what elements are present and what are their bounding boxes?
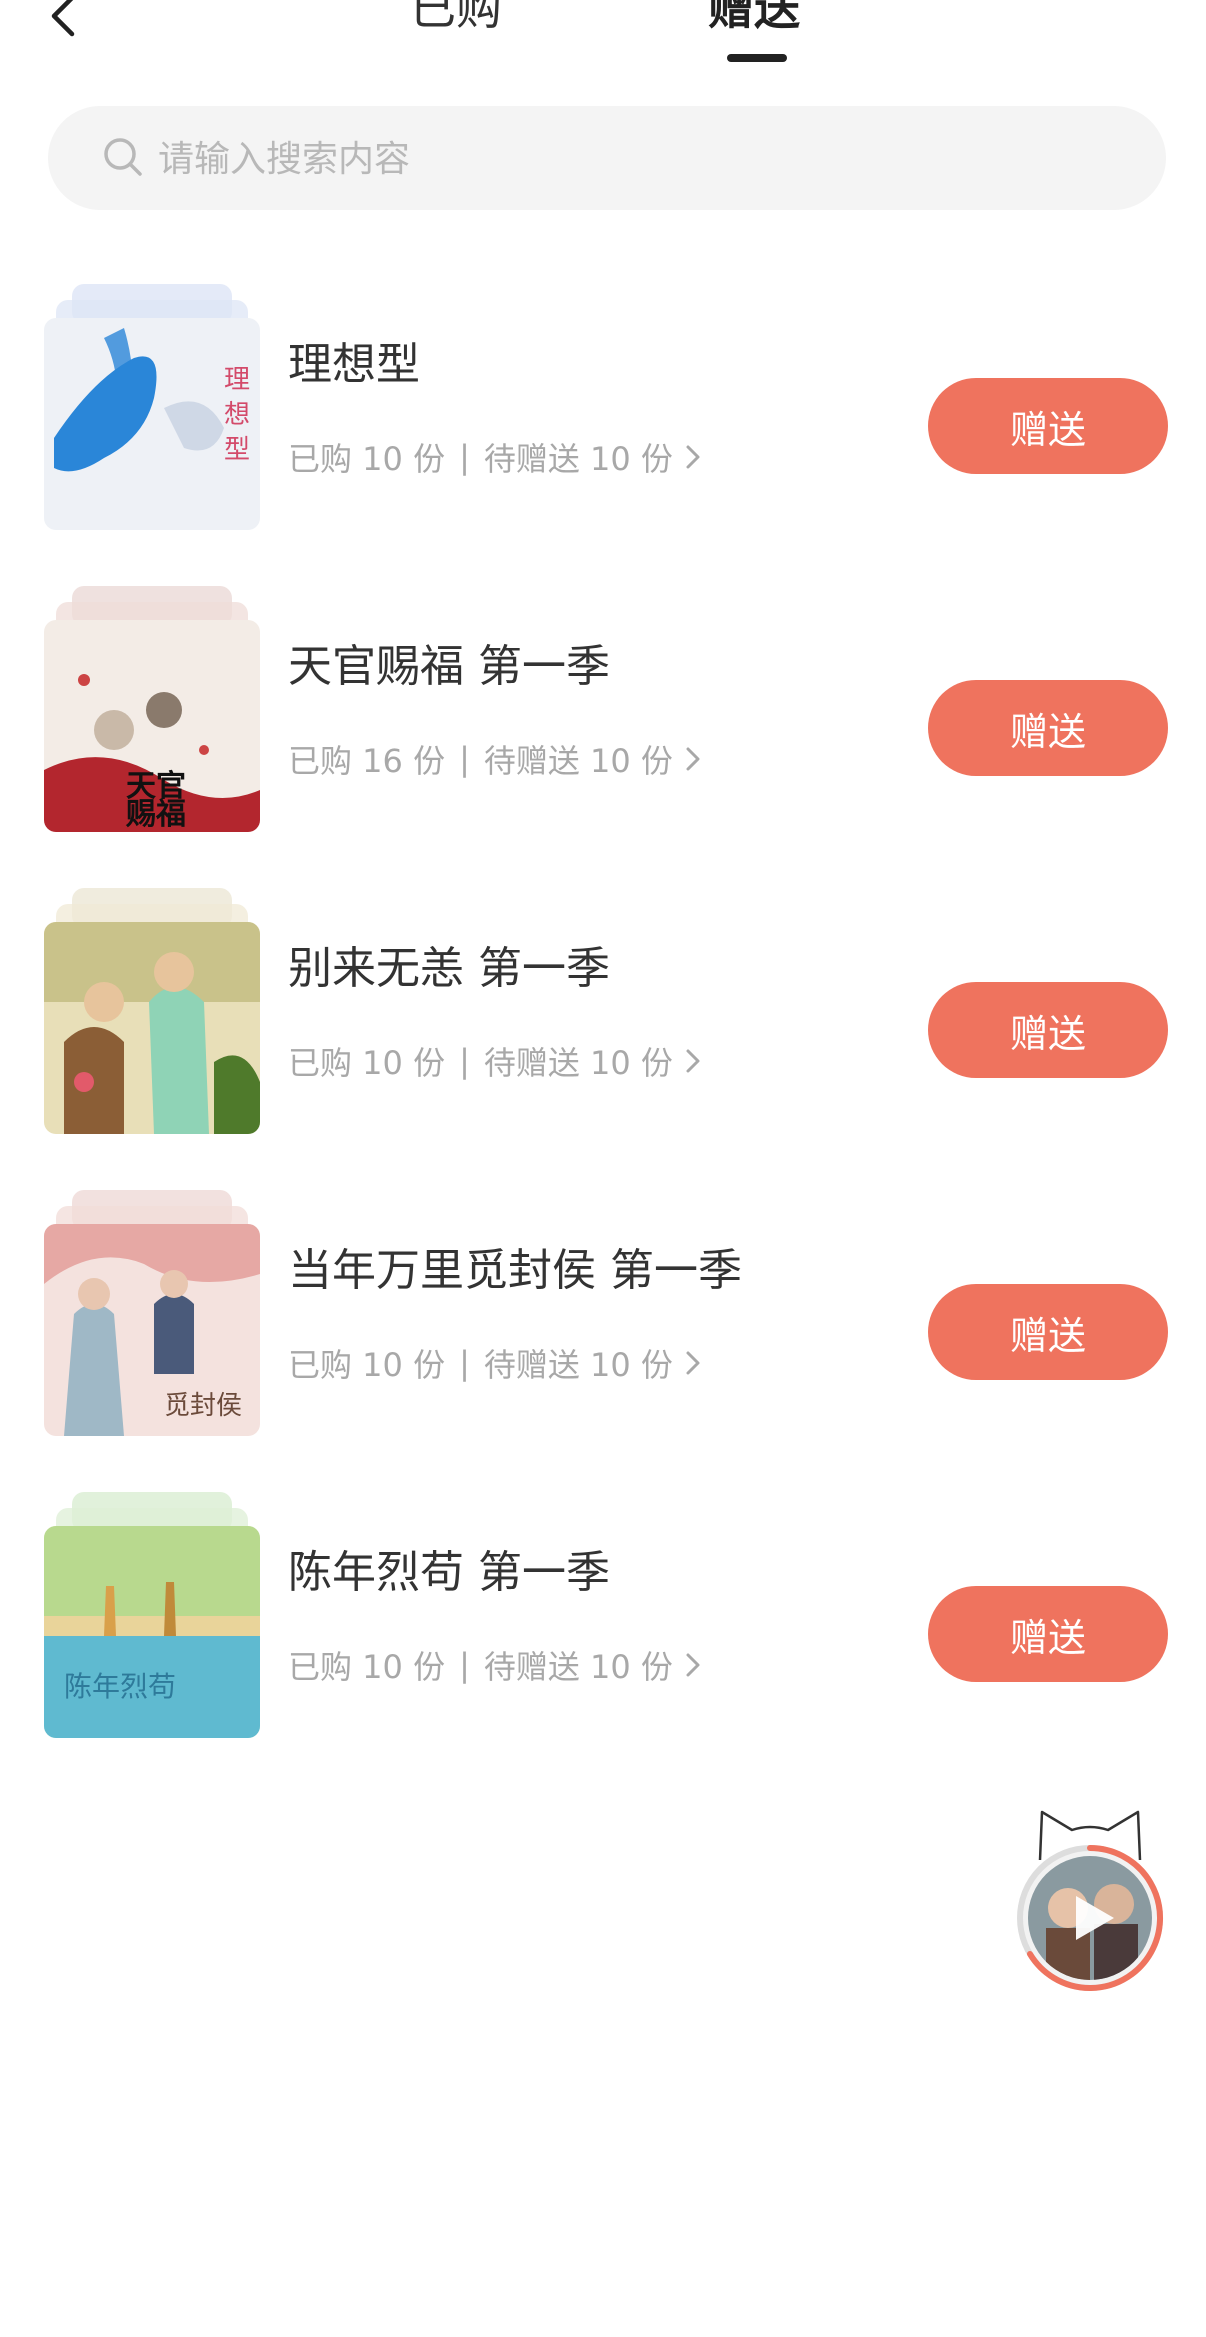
pending-count: 待赠送 10 份 [483,1044,673,1082]
pending-count: 待赠送 10 份 [483,742,673,780]
purchased-count: 已购 10 份 [288,440,446,478]
list-item[interactable]: 理 想 型 理想型 已购 10 份 | 待赠送 10 份 赠送 [0,284,1206,544]
item-stats[interactable]: 已购 16 份 | 待赠送 10 份 [288,736,703,782]
item-title: 陈年烈苟 第一季 [288,1547,610,1598]
header: 已购 赠送 [0,0,1206,90]
pending-count: 待赠送 10 份 [483,440,673,478]
separator: | [459,1646,470,1684]
gift-button[interactable]: 赠送 [928,1586,1168,1682]
cover-image: 天官 赐福 [44,620,260,832]
pending-count: 待赠送 10 份 [483,1346,673,1384]
item-stats[interactable]: 已购 10 份 | 待赠送 10 份 [288,434,703,480]
chevron-right-icon [686,445,700,469]
item-stats[interactable]: 已购 10 份 | 待赠送 10 份 [288,1340,703,1386]
item-title: 理想型 [288,339,420,390]
cover-stack: 觅封侯 [44,1190,260,1436]
separator: | [459,1344,470,1382]
cover-image: 觅封侯 [44,1224,260,1436]
purchased-count: 已购 16 份 [288,742,446,780]
back-button[interactable] [44,0,84,40]
cover-stack: 天官 赐福 [44,586,260,832]
tab-gift[interactable]: 赠送 [708,0,800,38]
gift-button[interactable]: 赠送 [928,1284,1168,1380]
tab-purchased[interactable]: 已购 [410,0,502,38]
svg-text:陈年烈苟: 陈年烈苟 [64,1670,176,1703]
separator: | [459,1042,470,1080]
svg-text:觅封侯: 觅封侯 [164,1391,242,1421]
separator: | [459,438,470,476]
svg-text:想: 想 [224,400,250,430]
cover-stack [44,888,260,1134]
search-input[interactable] [156,128,1120,190]
item-title: 天官赐福 第一季 [288,641,610,692]
gift-button[interactable]: 赠送 [928,378,1168,474]
cover-stack: 理 想 型 [44,284,260,530]
pending-count: 待赠送 10 份 [483,1648,673,1686]
chevron-right-icon [686,1653,700,1677]
cover-image: 陈年烈苟 [44,1526,260,1738]
list-item[interactable]: 天官 赐福 天官赐福 第一季 已购 16 份 | 待赠送 10 份 赠送 [0,586,1206,846]
search-bar[interactable] [48,106,1166,210]
cover-stack: 陈年烈苟 [44,1492,260,1738]
purchased-count: 已购 10 份 [288,1044,446,1082]
list-item[interactable]: 别来无恙 第一季 已购 10 份 | 待赠送 10 份 赠送 [0,888,1206,1148]
gift-button[interactable]: 赠送 [928,982,1168,1078]
cover-image [44,922,260,1134]
svg-text:赐福: 赐福 [125,797,186,832]
gift-button[interactable]: 赠送 [928,680,1168,776]
chevron-right-icon [686,747,700,771]
svg-text:型: 型 [224,435,250,465]
purchased-count: 已购 10 份 [288,1346,446,1384]
purchased-count: 已购 10 份 [288,1648,446,1686]
svg-text:理: 理 [224,365,250,395]
item-stats[interactable]: 已购 10 份 | 待赠送 10 份 [288,1642,703,1688]
item-stats[interactable]: 已购 10 份 | 待赠送 10 份 [288,1038,703,1084]
list-item[interactable]: 觅封侯 当年万里觅封侯 第一季 已购 10 份 | 待赠送 10 份 赠送 [0,1190,1206,1450]
active-tab-indicator [727,54,787,62]
cover-image: 理 想 型 [44,318,260,530]
item-title: 别来无恙 第一季 [288,943,610,994]
chevron-right-icon [686,1351,700,1375]
floating-mini-player[interactable] [1010,1808,1170,1994]
item-title: 当年万里觅封侯 第一季 [288,1245,742,1296]
list-item[interactable]: 陈年烈苟 陈年烈苟 第一季 已购 10 份 | 待赠送 10 份 赠送 [0,1492,1206,1752]
chevron-left-icon [51,0,75,37]
search-icon [104,138,142,176]
chevron-right-icon [686,1049,700,1073]
separator: | [459,740,470,778]
